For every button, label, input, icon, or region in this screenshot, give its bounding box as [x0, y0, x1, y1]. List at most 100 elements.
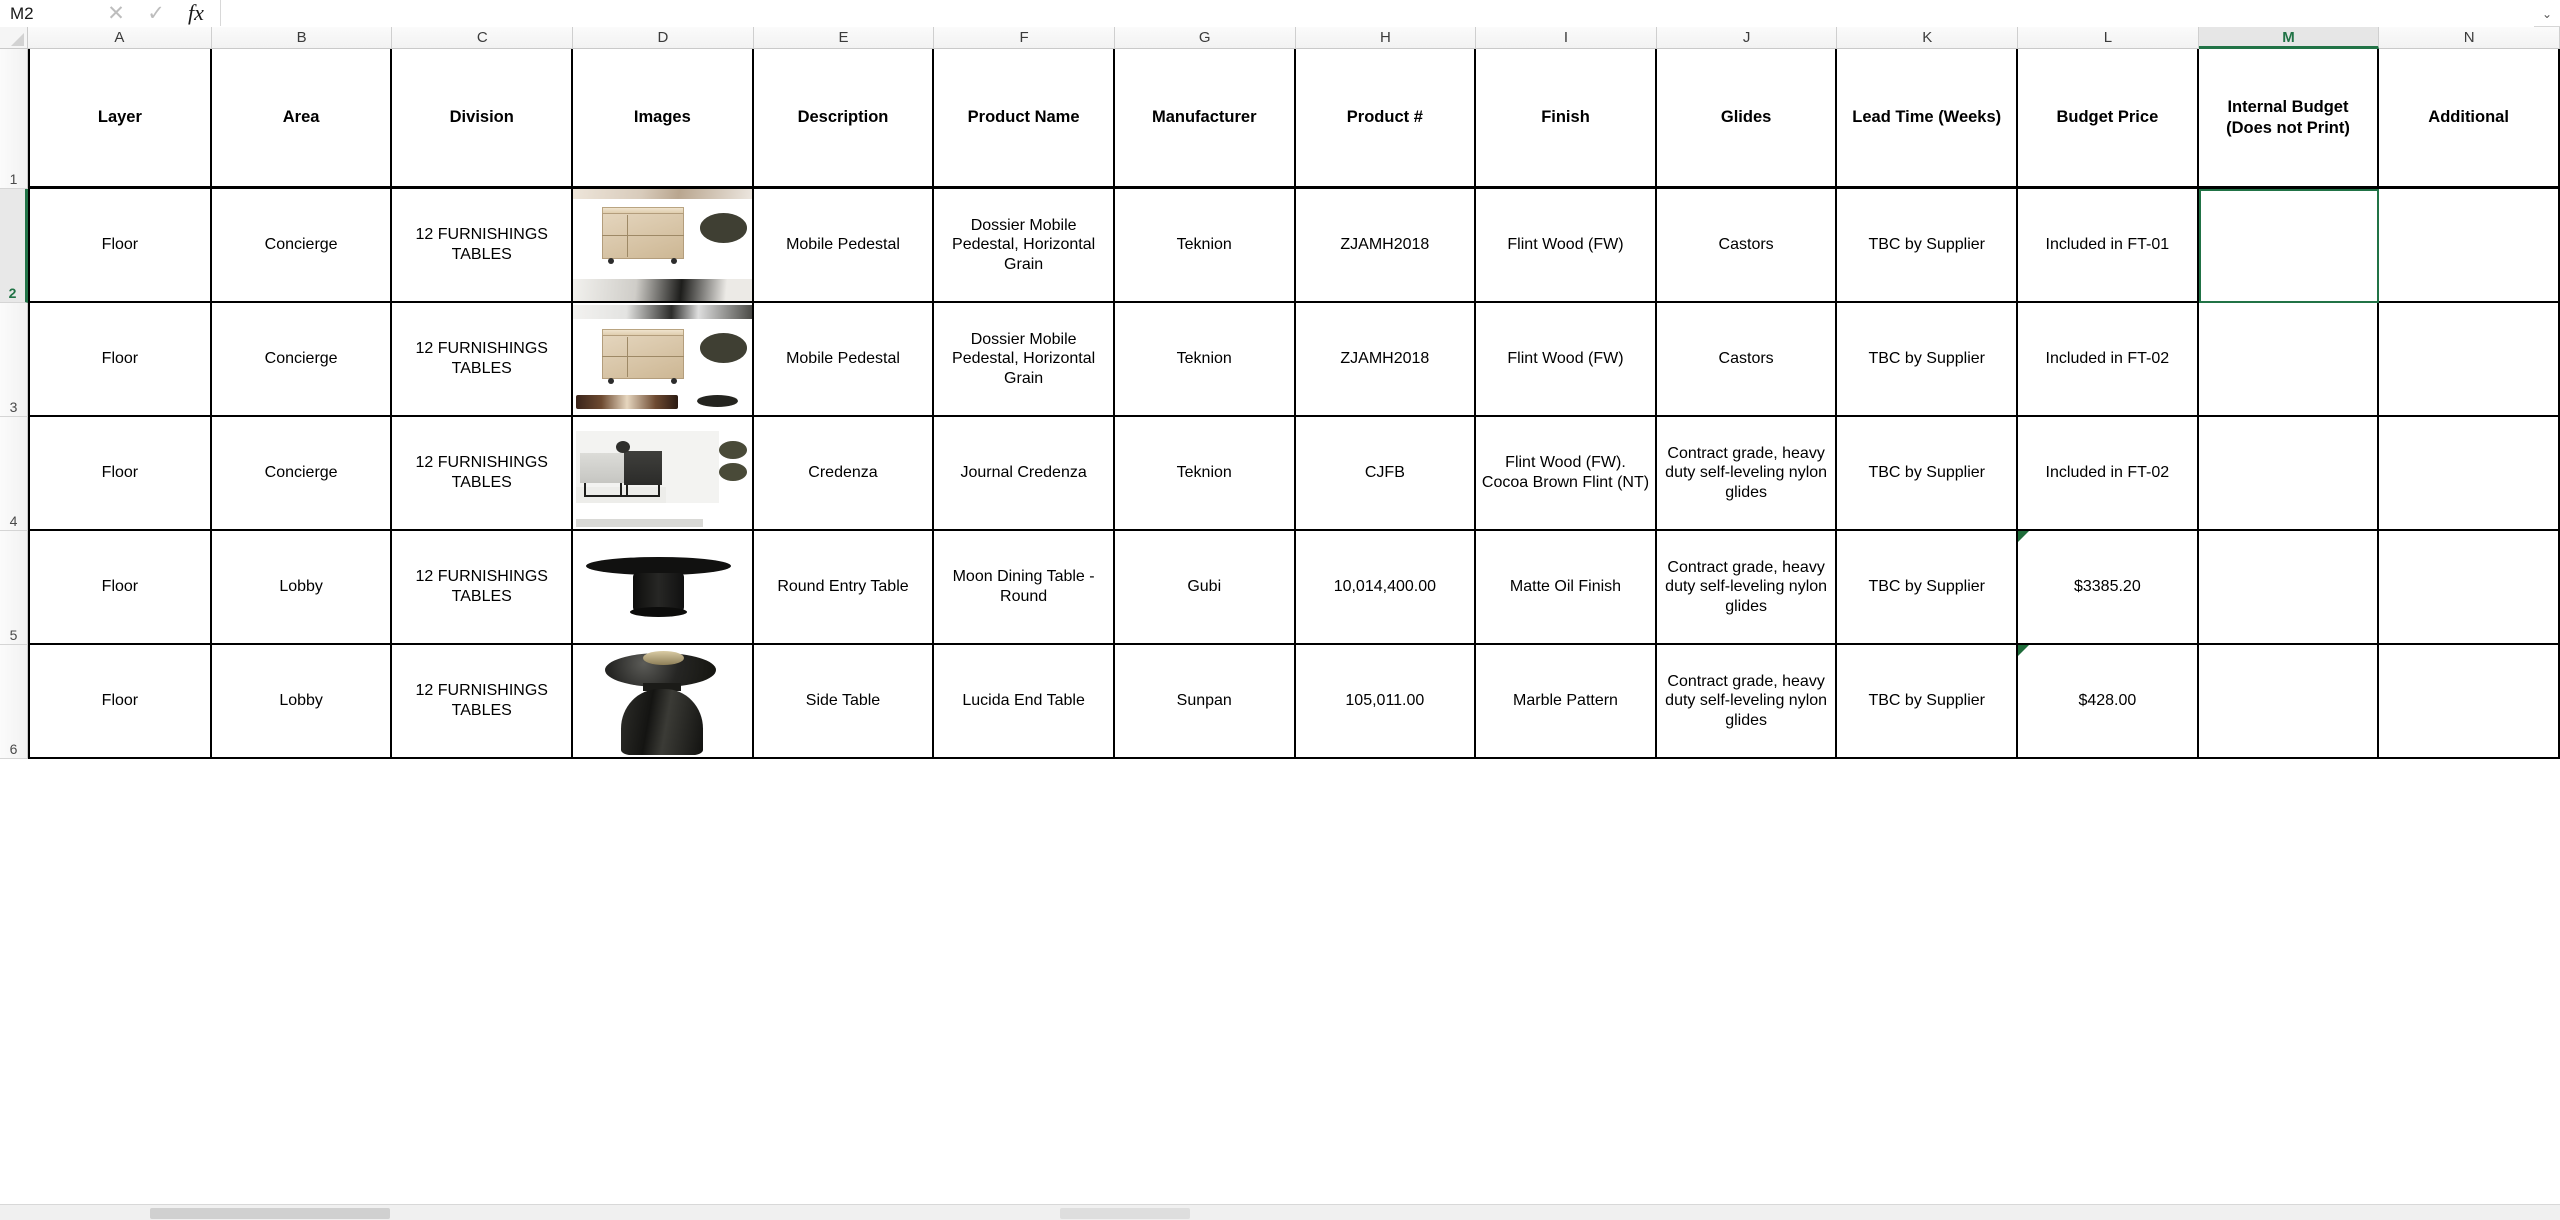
cell-division[interactable]: 12 FURNISHINGS TABLES: [392, 303, 574, 417]
cell-manufacturer[interactable]: Gubi: [1114, 531, 1296, 645]
column-header-c[interactable]: C: [392, 27, 574, 49]
column-header-h[interactable]: H: [1295, 27, 1477, 49]
column-header-e[interactable]: E: [753, 27, 935, 49]
column-header-g[interactable]: G: [1114, 27, 1296, 49]
chevron-down-icon[interactable]: ⌄: [2534, 0, 2560, 27]
cell-area[interactable]: Concierge: [211, 303, 393, 417]
cell-product-name[interactable]: Dossier Mobile Pedestal, Horizontal Grai…: [934, 303, 1115, 417]
cell-layer[interactable]: Floor: [28, 189, 212, 303]
column-header-m[interactable]: M: [2198, 27, 2380, 49]
cell-manufacturer[interactable]: Teknion: [1114, 303, 1296, 417]
cell-product-number[interactable]: ZJAMH2018: [1295, 189, 1477, 303]
cell-finish[interactable]: Flint Wood (FW): [1476, 189, 1657, 303]
cell-image[interactable]: [573, 417, 754, 531]
cell-area[interactable]: Lobby: [211, 645, 393, 759]
select-all-corner[interactable]: [0, 27, 28, 49]
header-cell-images[interactable]: Images: [573, 49, 754, 189]
header-cell-area[interactable]: Area: [211, 49, 393, 189]
header-cell-division[interactable]: Division: [392, 49, 574, 189]
cell-product-name[interactable]: Journal Credenza: [934, 417, 1115, 531]
cell-glides[interactable]: Castors: [1656, 303, 1838, 417]
row-header-3[interactable]: 3: [0, 303, 28, 417]
cell-image[interactable]: [573, 645, 754, 759]
cell-additional[interactable]: [2379, 417, 2560, 531]
cell-glides[interactable]: Contract grade, heavy duty self-leveling…: [1656, 417, 1838, 531]
cell-finish[interactable]: Flint Wood (FW): [1476, 303, 1657, 417]
cell-internal-budget[interactable]: [2198, 417, 2380, 531]
row-header-5[interactable]: 5: [0, 531, 28, 645]
cell-product-number[interactable]: CJFB: [1295, 417, 1477, 531]
column-header-a[interactable]: A: [28, 27, 212, 49]
column-header-i[interactable]: I: [1476, 27, 1657, 49]
cell-description[interactable]: Mobile Pedestal: [753, 189, 935, 303]
name-box[interactable]: [0, 0, 243, 27]
formula-input[interactable]: [221, 0, 2534, 27]
column-header-n[interactable]: N: [2379, 27, 2560, 49]
accept-icon[interactable]: ✓: [136, 0, 176, 27]
cell-finish[interactable]: Marble Pattern: [1476, 645, 1657, 759]
cancel-icon[interactable]: ✕: [96, 0, 136, 27]
cell-manufacturer[interactable]: Teknion: [1114, 417, 1296, 531]
cell-layer[interactable]: Floor: [28, 531, 212, 645]
header-cell-product-name[interactable]: Product Name: [934, 49, 1115, 189]
cell-glides[interactable]: Contract grade, heavy duty self-leveling…: [1656, 645, 1838, 759]
insert-function-icon[interactable]: fx: [176, 0, 216, 27]
cell-description[interactable]: Round Entry Table: [753, 531, 935, 645]
cell-layer[interactable]: Floor: [28, 417, 212, 531]
cell-description[interactable]: Side Table: [753, 645, 935, 759]
cell-budget-price[interactable]: Included in FT-02: [2018, 417, 2199, 531]
cell-budget-price[interactable]: Included in FT-01: [2018, 189, 2199, 303]
cell-description[interactable]: Credenza: [753, 417, 935, 531]
horizontal-scrollbar-thumb[interactable]: [150, 1208, 390, 1219]
cell-internal-budget-selected[interactable]: [2198, 189, 2380, 303]
cell-division[interactable]: 12 FURNISHINGS TABLES: [392, 531, 574, 645]
column-header-f[interactable]: F: [934, 27, 1115, 49]
cell-area[interactable]: Concierge: [211, 417, 393, 531]
cell-product-number[interactable]: 10,014,400.00: [1295, 531, 1477, 645]
cell-layer[interactable]: Floor: [28, 303, 212, 417]
header-cell-manufacturer[interactable]: Manufacturer: [1114, 49, 1296, 189]
cell-additional[interactable]: [2379, 531, 2560, 645]
cell-lead-time[interactable]: TBC by Supplier: [1837, 189, 2019, 303]
cell-description[interactable]: Mobile Pedestal: [753, 303, 935, 417]
header-cell-layer[interactable]: Layer: [28, 49, 212, 189]
column-header-d[interactable]: D: [573, 27, 754, 49]
column-header-j[interactable]: J: [1656, 27, 1838, 49]
cell-layer[interactable]: Floor: [28, 645, 212, 759]
cell-internal-budget[interactable]: [2198, 645, 2380, 759]
row-header-2[interactable]: 2: [0, 189, 28, 303]
cell-image[interactable]: [573, 303, 754, 417]
column-header-b[interactable]: B: [211, 27, 393, 49]
row-header-4[interactable]: 4: [0, 417, 28, 531]
cell-lead-time[interactable]: TBC by Supplier: [1837, 645, 2019, 759]
row-header-6[interactable]: 6: [0, 645, 28, 759]
cell-internal-budget[interactable]: [2198, 531, 2380, 645]
cell-area[interactable]: Concierge: [211, 189, 393, 303]
horizontal-scrollbar[interactable]: [0, 1204, 2560, 1220]
header-cell-description[interactable]: Description: [753, 49, 935, 189]
header-cell-finish[interactable]: Finish: [1476, 49, 1657, 189]
cell-image[interactable]: [573, 189, 754, 303]
cell-budget-price[interactable]: Included in FT-02: [2018, 303, 2199, 417]
cell-additional[interactable]: [2379, 189, 2560, 303]
cell-product-number[interactable]: ZJAMH2018: [1295, 303, 1477, 417]
header-cell-product-number[interactable]: Product #: [1295, 49, 1477, 189]
header-cell-glides[interactable]: Glides: [1656, 49, 1838, 189]
cell-manufacturer[interactable]: Teknion: [1114, 189, 1296, 303]
cell-internal-budget[interactable]: [2198, 303, 2380, 417]
header-cell-internal-budget[interactable]: Internal Budget (Does not Print): [2198, 49, 2380, 189]
header-cell-additional[interactable]: Additional: [2379, 49, 2560, 189]
cell-product-name[interactable]: Lucida End Table: [934, 645, 1115, 759]
cell-lead-time[interactable]: TBC by Supplier: [1837, 531, 2019, 645]
cell-glides[interactable]: Contract grade, heavy duty self-leveling…: [1656, 531, 1838, 645]
header-cell-budget-price[interactable]: Budget Price: [2018, 49, 2199, 189]
horizontal-scrollbar-thumb-secondary[interactable]: [1060, 1208, 1190, 1219]
column-header-k[interactable]: K: [1837, 27, 2019, 49]
cell-manufacturer[interactable]: Sunpan: [1114, 645, 1296, 759]
column-header-l[interactable]: L: [2018, 27, 2199, 49]
cell-budget-price[interactable]: $428.00: [2018, 645, 2199, 759]
cell-division[interactable]: 12 FURNISHINGS TABLES: [392, 417, 574, 531]
cell-product-name[interactable]: Dossier Mobile Pedestal, Horizontal Grai…: [934, 189, 1115, 303]
cell-glides[interactable]: Castors: [1656, 189, 1838, 303]
cell-product-number[interactable]: 105,011.00: [1295, 645, 1477, 759]
